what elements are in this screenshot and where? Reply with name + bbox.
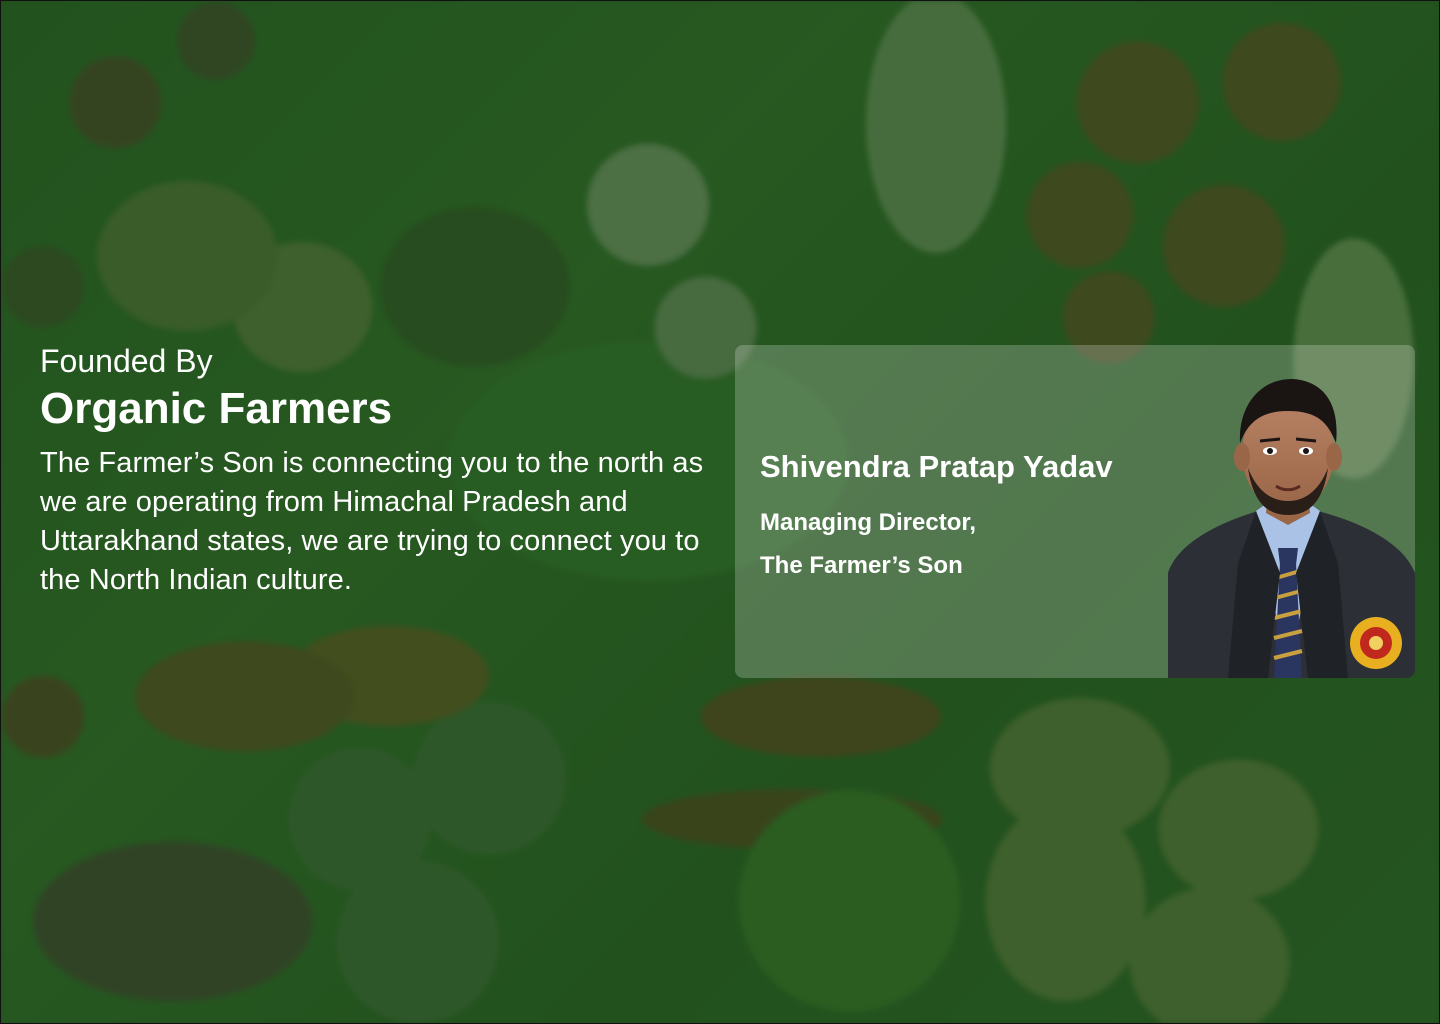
founder-card: Shivendra Pratap Yadav Managing Director…: [735, 345, 1415, 678]
founder-company: The Farmer’s Son: [760, 552, 963, 579]
section-headline: Organic Farmers: [40, 384, 393, 433]
eyebrow-text: Founded By: [40, 343, 213, 379]
founder-intro: Founded By Organic Farmers The Farmer’s …: [40, 340, 710, 600]
founder-info: Shivendra Pratap Yadav Managing Director…: [760, 447, 1113, 587]
intro-paragraph: The Farmer’s Son is connecting you to th…: [40, 447, 704, 596]
founder-title: Managing Director,: [760, 509, 977, 536]
portrait-illustration: [1168, 378, 1415, 678]
founder-section: Founded By Organic Farmers The Farmer’s …: [0, 0, 1440, 1024]
founder-name: Shivendra Pratap Yadav: [760, 449, 1113, 484]
founder-portrait: [1168, 373, 1415, 678]
